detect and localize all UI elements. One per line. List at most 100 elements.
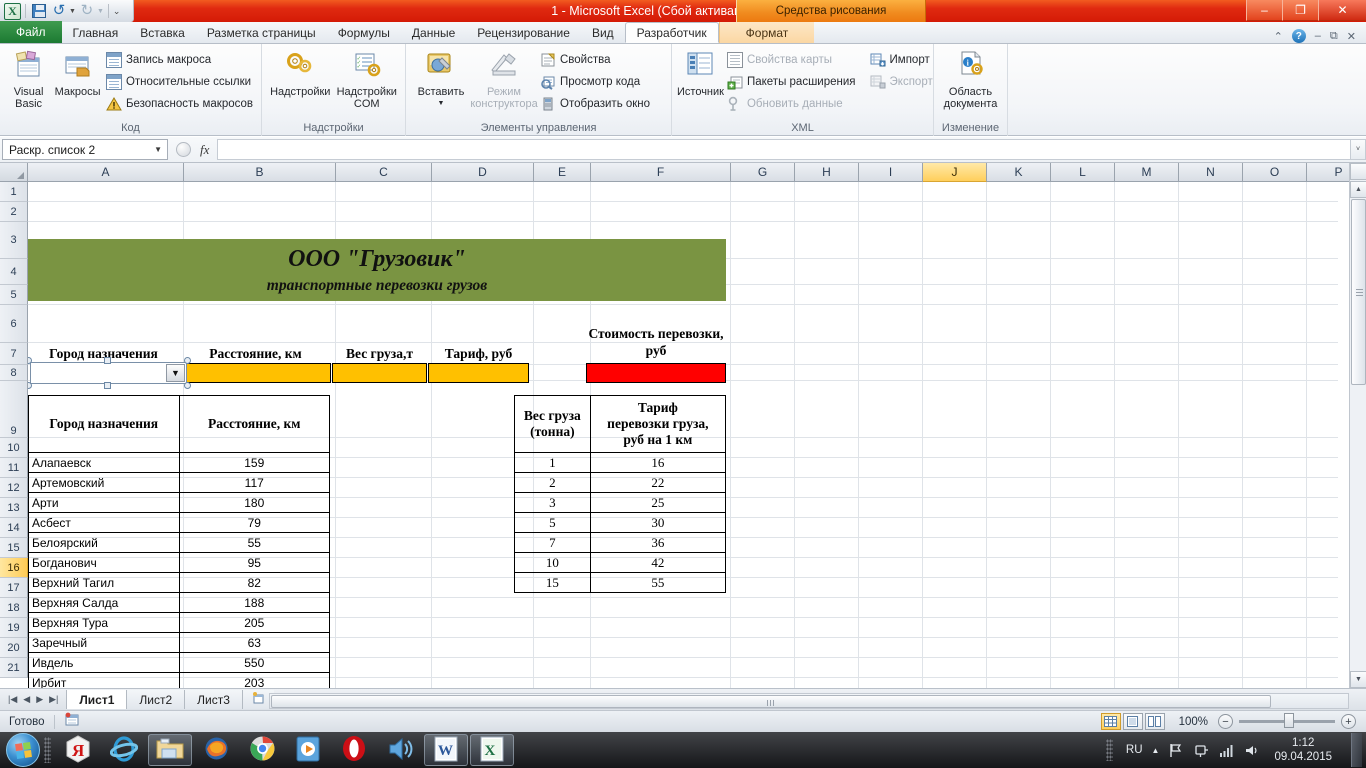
row-header-15[interactable]: 15 — [0, 538, 28, 558]
expand-formula-bar-icon[interactable]: ˅ — [1350, 139, 1366, 160]
macros-button[interactable]: Макросы — [52, 47, 103, 98]
vertical-scrollbar[interactable]: ▲ ▼ — [1349, 163, 1366, 688]
city-distance-cell[interactable]: 180 — [178, 492, 330, 513]
restore-button[interactable]: ❐ — [1282, 0, 1318, 21]
zoom-in-button[interactable]: + — [1341, 714, 1356, 729]
tab-page-layout[interactable]: Разметка страницы — [196, 22, 327, 43]
city-distance-cell[interactable]: 550 — [178, 652, 330, 673]
network-icon[interactable] — [1193, 742, 1209, 758]
city-name-cell[interactable]: Алапаевск — [28, 452, 180, 473]
minimize-button[interactable]: – — [1246, 0, 1282, 21]
export-button[interactable]: Экспорт — [867, 71, 936, 92]
row-header-16[interactable]: 16 — [0, 558, 28, 578]
taskbar-item-firefox[interactable] — [194, 734, 238, 766]
zoom-level[interactable]: 100% — [1179, 716, 1208, 728]
view-page-break-button[interactable] — [1144, 713, 1165, 730]
city-name-cell[interactable]: Белоярский — [28, 532, 180, 553]
macro-security-button[interactable]: Безопасность макросов — [103, 93, 256, 114]
com-addins-button[interactable]: ✓ ✓ ✓ Надстройки COM — [334, 47, 401, 110]
tab-view[interactable]: Вид — [581, 22, 625, 43]
insert-control-dropdown-icon[interactable]: ▼ — [438, 98, 445, 110]
tariff-weight-cell[interactable]: 1 — [514, 452, 591, 473]
row-header-14[interactable]: 14 — [0, 518, 28, 538]
zoom-slider[interactable]: − + — [1218, 713, 1366, 729]
tab-developer[interactable]: Разработчик — [624, 22, 719, 43]
taskbar-item-microsoft-word[interactable]: W — [424, 734, 468, 766]
taskbar-item-microsoft-excel[interactable]: X — [470, 734, 514, 766]
vertical-scroll-thumb[interactable] — [1351, 199, 1366, 385]
sheet-nav-next[interactable]: ▶ — [36, 694, 43, 705]
resize-handle-n[interactable] — [104, 357, 111, 364]
show-dialog-button[interactable]: Отобразить окно — [537, 93, 653, 114]
row-header-13[interactable]: 13 — [0, 498, 28, 518]
row-header-2[interactable]: 2 — [0, 202, 28, 222]
view-code-button[interactable]: Просмотр кода — [537, 71, 653, 92]
refresh-data-button[interactable]: Обновить данные — [724, 93, 859, 114]
zoom-out-button[interactable]: − — [1218, 714, 1233, 729]
import-button[interactable]: Импорт — [867, 49, 936, 70]
tariff-weight-cell[interactable]: 15 — [514, 572, 591, 593]
city-distance-cell[interactable]: 205 — [178, 612, 330, 633]
name-box[interactable]: Раскр. список 2 ▼ — [2, 139, 168, 160]
taskbar-item-yandex-browser[interactable]: Я — [56, 734, 100, 766]
city-distance-cell[interactable]: 117 — [178, 472, 330, 493]
workbook-minimize-icon[interactable]: – — [1315, 30, 1321, 42]
xml-source-button[interactable]: Источник — [677, 47, 724, 98]
row-header-9[interactable]: 9 — [0, 381, 28, 438]
properties-button[interactable]: Свойства — [537, 49, 653, 70]
insert-control-button[interactable]: Вставить ▼ — [411, 47, 471, 110]
taskbar-grip[interactable] — [44, 737, 51, 763]
tab-insert[interactable]: Вставка — [129, 22, 196, 43]
zoom-track[interactable] — [1239, 713, 1335, 728]
row-header-7[interactable]: 7 — [0, 343, 28, 365]
tab-data[interactable]: Данные — [401, 22, 466, 43]
map-properties-button[interactable]: Свойства карты — [724, 49, 859, 70]
minimize-ribbon-icon[interactable]: ⌃ — [1274, 30, 1283, 43]
record-macro-status-icon[interactable] — [64, 712, 80, 731]
city-name-cell[interactable]: Заречный — [28, 632, 180, 653]
zoom-handle[interactable] — [1284, 713, 1294, 728]
tab-review[interactable]: Рецензирование — [466, 22, 581, 43]
sheet-nav-first[interactable]: |◀ — [8, 694, 17, 705]
resize-handle-se[interactable] — [184, 382, 191, 389]
column-header-H[interactable]: H — [795, 163, 859, 182]
column-header-E[interactable]: E — [534, 163, 591, 182]
city-distance-cell[interactable]: 95 — [178, 552, 330, 573]
formula-bar-toggle-icon[interactable] — [176, 142, 191, 157]
column-header-F[interactable]: F — [591, 163, 731, 182]
taskbar-item-internet-explorer[interactable] — [102, 734, 146, 766]
resize-handle-ne[interactable] — [184, 357, 191, 364]
close-button[interactable]: ✕ — [1318, 0, 1366, 21]
visual-basic-button[interactable]: Visual Basic — [5, 47, 52, 110]
show-hidden-icons-button[interactable]: ▲ — [1152, 746, 1160, 755]
tariff-rate-cell[interactable]: 25 — [589, 492, 727, 513]
city-name-cell[interactable]: Ивдель — [28, 652, 180, 673]
tariff-rate-cell[interactable]: 30 — [589, 512, 727, 533]
tariff-weight-cell[interactable]: 7 — [514, 532, 591, 553]
column-header-J[interactable]: J — [923, 163, 987, 182]
city-distance-cell[interactable]: 79 — [178, 512, 330, 533]
horizontal-scrollbar[interactable] — [269, 693, 1349, 709]
select-all-button[interactable] — [0, 163, 28, 182]
row-header-20[interactable]: 20 — [0, 638, 28, 658]
input-cell-distance[interactable] — [180, 363, 331, 383]
insert-function-icon[interactable]: fx — [200, 142, 209, 158]
city-name-cell[interactable]: Ирбит — [28, 672, 180, 688]
row-header-4[interactable]: 4 — [0, 259, 28, 285]
row-header-10[interactable]: 10 — [0, 438, 28, 458]
city-name-cell[interactable]: Арти — [28, 492, 180, 513]
column-header-B[interactable]: B — [184, 163, 336, 182]
city-name-cell[interactable]: Верхняя Тура — [28, 612, 180, 633]
combobox-dropdown-icon[interactable]: ▼ — [166, 364, 185, 382]
column-header-I[interactable]: I — [859, 163, 923, 182]
city-name-cell[interactable]: Богданович — [28, 552, 180, 573]
taskbar-item-windows-explorer[interactable] — [148, 734, 192, 766]
horizontal-scroll-thumb[interactable] — [271, 695, 1271, 708]
volume-icon[interactable] — [1243, 742, 1259, 758]
column-header-L[interactable]: L — [1051, 163, 1115, 182]
tariff-weight-cell[interactable]: 3 — [514, 492, 591, 513]
city-distance-cell[interactable]: 82 — [178, 572, 330, 593]
column-header-C[interactable]: C — [336, 163, 432, 182]
record-macro-button[interactable]: Запись макроса — [103, 49, 256, 70]
row-header-11[interactable]: 11 — [0, 458, 28, 478]
